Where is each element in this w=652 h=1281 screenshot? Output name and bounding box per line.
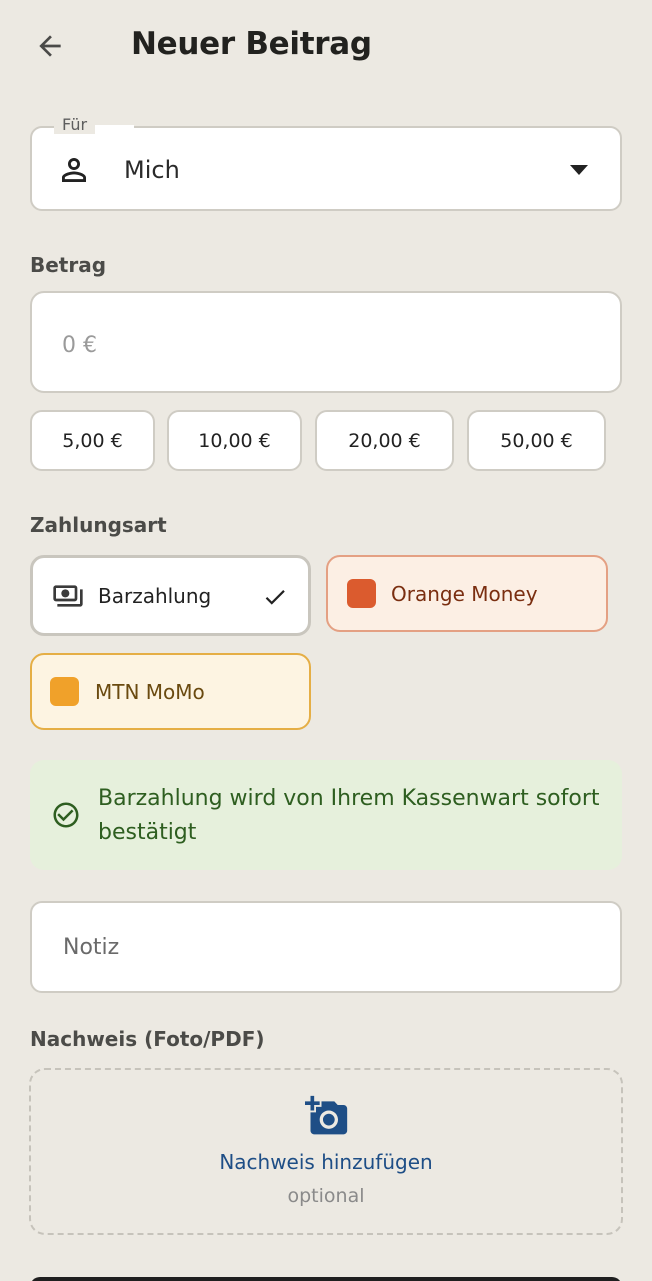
amount-placeholder: 0 €	[62, 333, 97, 358]
preset-10-button[interactable]: 10,00 €	[167, 410, 302, 471]
checkmark-icon	[265, 590, 285, 605]
proof-optional-hint: optional	[287, 1185, 365, 1207]
payment-cash-label: Barzahlung	[98, 583, 212, 608]
preset-50-button[interactable]: 50,00 €	[467, 410, 606, 471]
dropdown-arrow-icon	[570, 165, 588, 175]
recipient-select[interactable]: Für Mich	[30, 115, 622, 211]
note-placeholder: Notiz	[63, 935, 120, 960]
orange-money-swatch	[347, 579, 376, 608]
recipient-label: Für	[54, 115, 96, 134]
new-contribution-screen: Neuer Beitrag Für Mich Betrag 0 € 5,00 €…	[0, 0, 652, 1281]
payment-section-label: Zahlungsart	[30, 513, 167, 537]
preset-5-button[interactable]: 5,00 €	[30, 410, 155, 471]
person-icon	[62, 158, 86, 182]
info-text: Barzahlung wird von Ihrem Kassenwart sof…	[98, 786, 600, 845]
back-button[interactable]	[24, 22, 76, 70]
mtn-momo-swatch	[50, 677, 79, 706]
check-circle-icon	[53, 802, 79, 828]
payment-orange-money-option[interactable]: Orange Money	[326, 555, 608, 632]
payment-mtn-momo-label: MTN MoMo	[95, 679, 205, 704]
amount-section-label: Betrag	[30, 253, 107, 277]
proof-section-label: Nachweis (Foto/PDF)	[30, 1027, 265, 1051]
payment-cash-option[interactable]: Barzahlung	[30, 555, 311, 636]
info-banner: Barzahlung wird von Ihrem Kassenwart sof…	[30, 760, 622, 870]
amount-input[interactable]: 0 €	[30, 291, 622, 393]
cash-icon	[53, 584, 83, 607]
payment-orange-money-label: Orange Money	[391, 581, 538, 606]
arrow-left-icon	[39, 35, 61, 57]
page-title: Neuer Beitrag	[131, 26, 372, 62]
note-input[interactable]: Notiz	[30, 901, 622, 993]
submit-button-edge[interactable]	[30, 1277, 622, 1281]
proof-add-label: Nachweis hinzufügen	[219, 1150, 433, 1174]
preset-20-button[interactable]: 20,00 €	[315, 410, 454, 471]
add-photo-icon	[305, 1095, 348, 1135]
payment-mtn-momo-option[interactable]: MTN MoMo	[30, 653, 311, 730]
recipient-value: Mich	[124, 156, 180, 184]
proof-upload-dropzone[interactable]: Nachweis hinzufügen optional	[29, 1068, 623, 1235]
